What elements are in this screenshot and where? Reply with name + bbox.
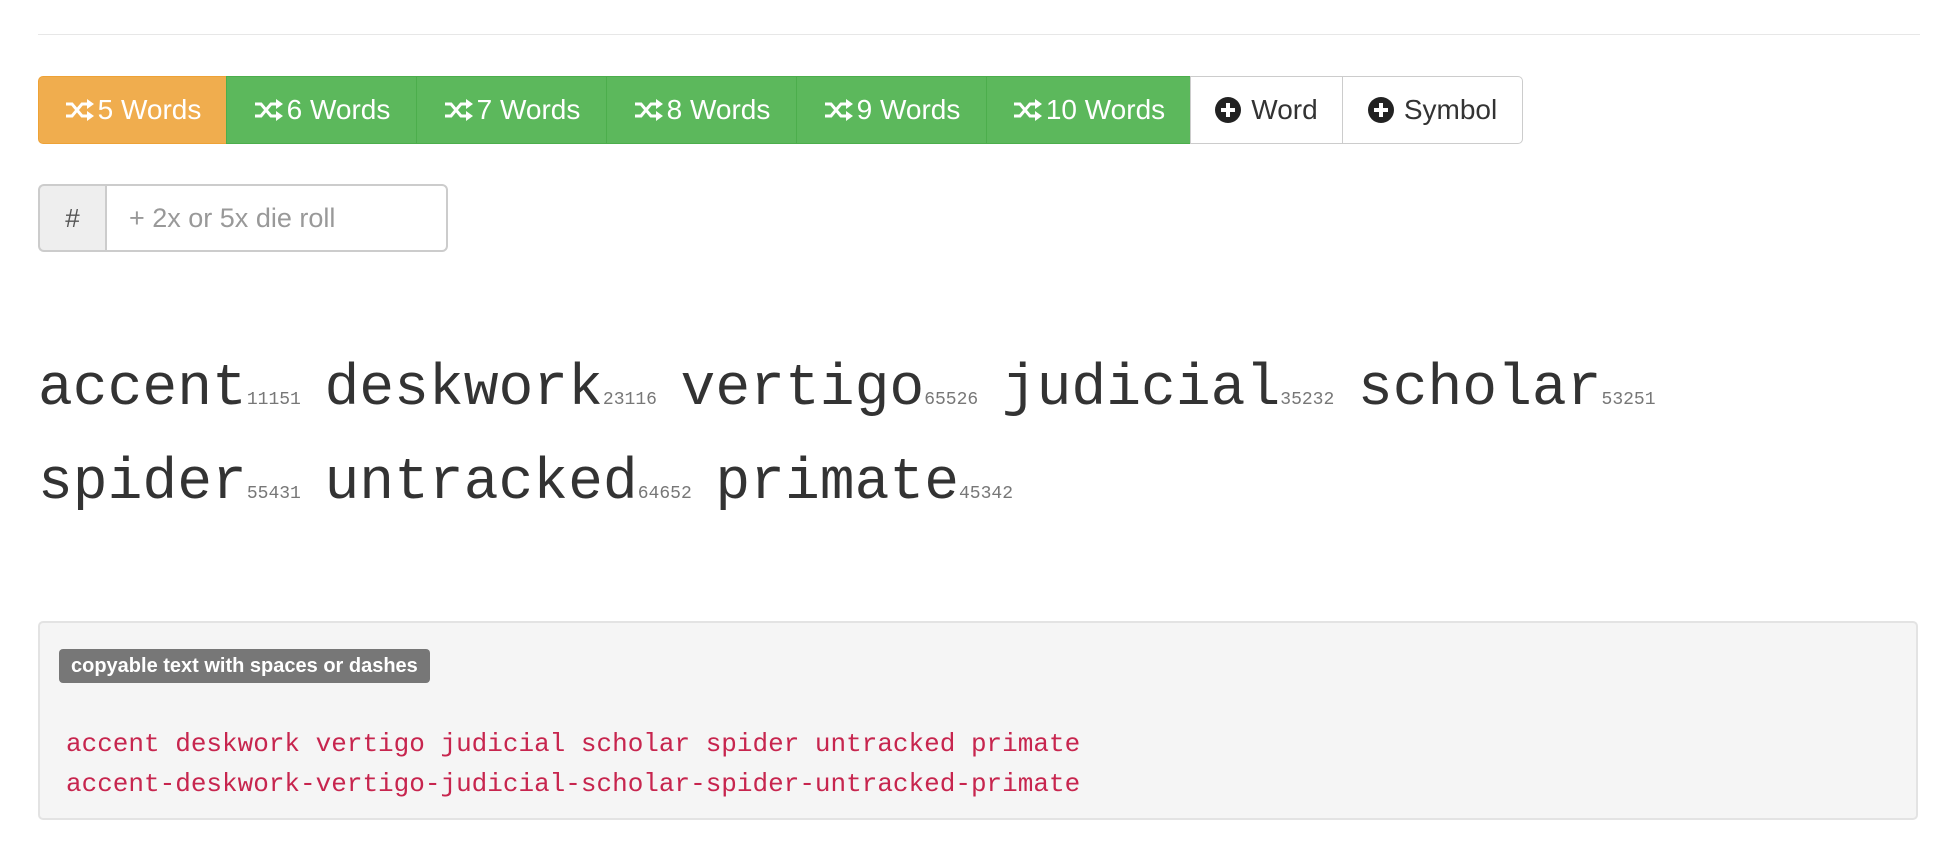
ten-words-label: 10 Words [1045, 94, 1166, 125]
add-word-label: Word [1251, 94, 1318, 125]
add-symbol-label: Symbol [1403, 94, 1498, 125]
word-text: untracked [324, 451, 638, 516]
word-dice-roll: 11151 [246, 390, 301, 410]
add-symbol-button[interactable]: Symbol [1342, 76, 1523, 144]
word-text: accent [38, 357, 247, 422]
word-text: deskwork [324, 357, 603, 422]
nine-words-label: 9 Words [856, 94, 961, 125]
ten-words-button[interactable]: 10 Words [986, 76, 1191, 144]
dice-roll-input-group: # [38, 184, 448, 252]
passphrase-display: accent11151 deskwork23116 vertigo65526 j… [38, 348, 1918, 536]
hash-addon: # [38, 184, 105, 252]
six-words-button[interactable]: 6 Words [226, 76, 417, 144]
word-dice-roll: 23116 [602, 390, 657, 410]
word-text: primate [715, 451, 959, 516]
five-words-button[interactable]: 5 Words [38, 76, 227, 144]
nine-words-button[interactable]: 9 Words [796, 76, 987, 144]
passphrase-word: deskwork23116 [324, 357, 657, 422]
word-dice-roll: 65526 [924, 390, 979, 410]
shuffle-icon [253, 98, 285, 122]
eight-words-label: 8 Words [666, 94, 771, 125]
shuffle-icon [633, 98, 665, 122]
passphrase-with-dashes[interactable]: accent-deskwork-vertigo-judicial-scholar… [66, 769, 1080, 799]
dice-roll-input[interactable] [105, 184, 448, 252]
word-dice-roll: 64652 [637, 484, 692, 504]
shuffle-icon [443, 98, 475, 122]
six-words-label: 6 Words [286, 94, 391, 125]
passphrase-with-spaces[interactable]: accent deskwork vertigo judicial scholar… [66, 729, 1080, 759]
shuffle-icon [1012, 98, 1044, 122]
passphrase-word: untracked64652 [324, 451, 692, 516]
word-text: judicial [1001, 357, 1281, 422]
passphrase-word: scholar53251 [1358, 357, 1656, 422]
word-dice-roll: 55431 [246, 484, 301, 504]
copyable-text-label: copyable text with spaces or dashes [59, 649, 430, 683]
word-text: spider [38, 451, 247, 516]
passphrase-word: primate45342 [715, 451, 1014, 516]
word-dice-roll: 53251 [1601, 390, 1656, 410]
passphrase-word: vertigo65526 [681, 357, 979, 422]
passphrase-word: accent11151 [38, 357, 301, 422]
shuffle-icon [823, 98, 855, 122]
word-text: scholar [1357, 357, 1602, 422]
seven-words-button[interactable]: 7 Words [416, 76, 607, 144]
word-count-toolbar: 5 Words 6 Words 7 Words 8 Words 9 Words … [38, 76, 1523, 144]
eight-words-button[interactable]: 8 Words [606, 76, 797, 144]
top-divider [38, 34, 1920, 35]
word-dice-roll: 45342 [959, 484, 1014, 504]
shuffle-icon [64, 98, 96, 122]
copyable-text-panel: copyable text with spaces or dashes acce… [38, 621, 1918, 820]
passphrase-word: spider55431 [38, 451, 301, 516]
add-word-button[interactable]: Word [1190, 76, 1343, 144]
five-words-label: 5 Words [97, 94, 202, 125]
word-text: vertigo [680, 357, 925, 422]
word-dice-roll: 35232 [1280, 390, 1335, 410]
seven-words-label: 7 Words [476, 94, 581, 125]
plus-circle-icon [1367, 97, 1394, 123]
passphrase-word: judicial35232 [1002, 357, 1335, 422]
plus-circle-icon [1215, 97, 1242, 123]
